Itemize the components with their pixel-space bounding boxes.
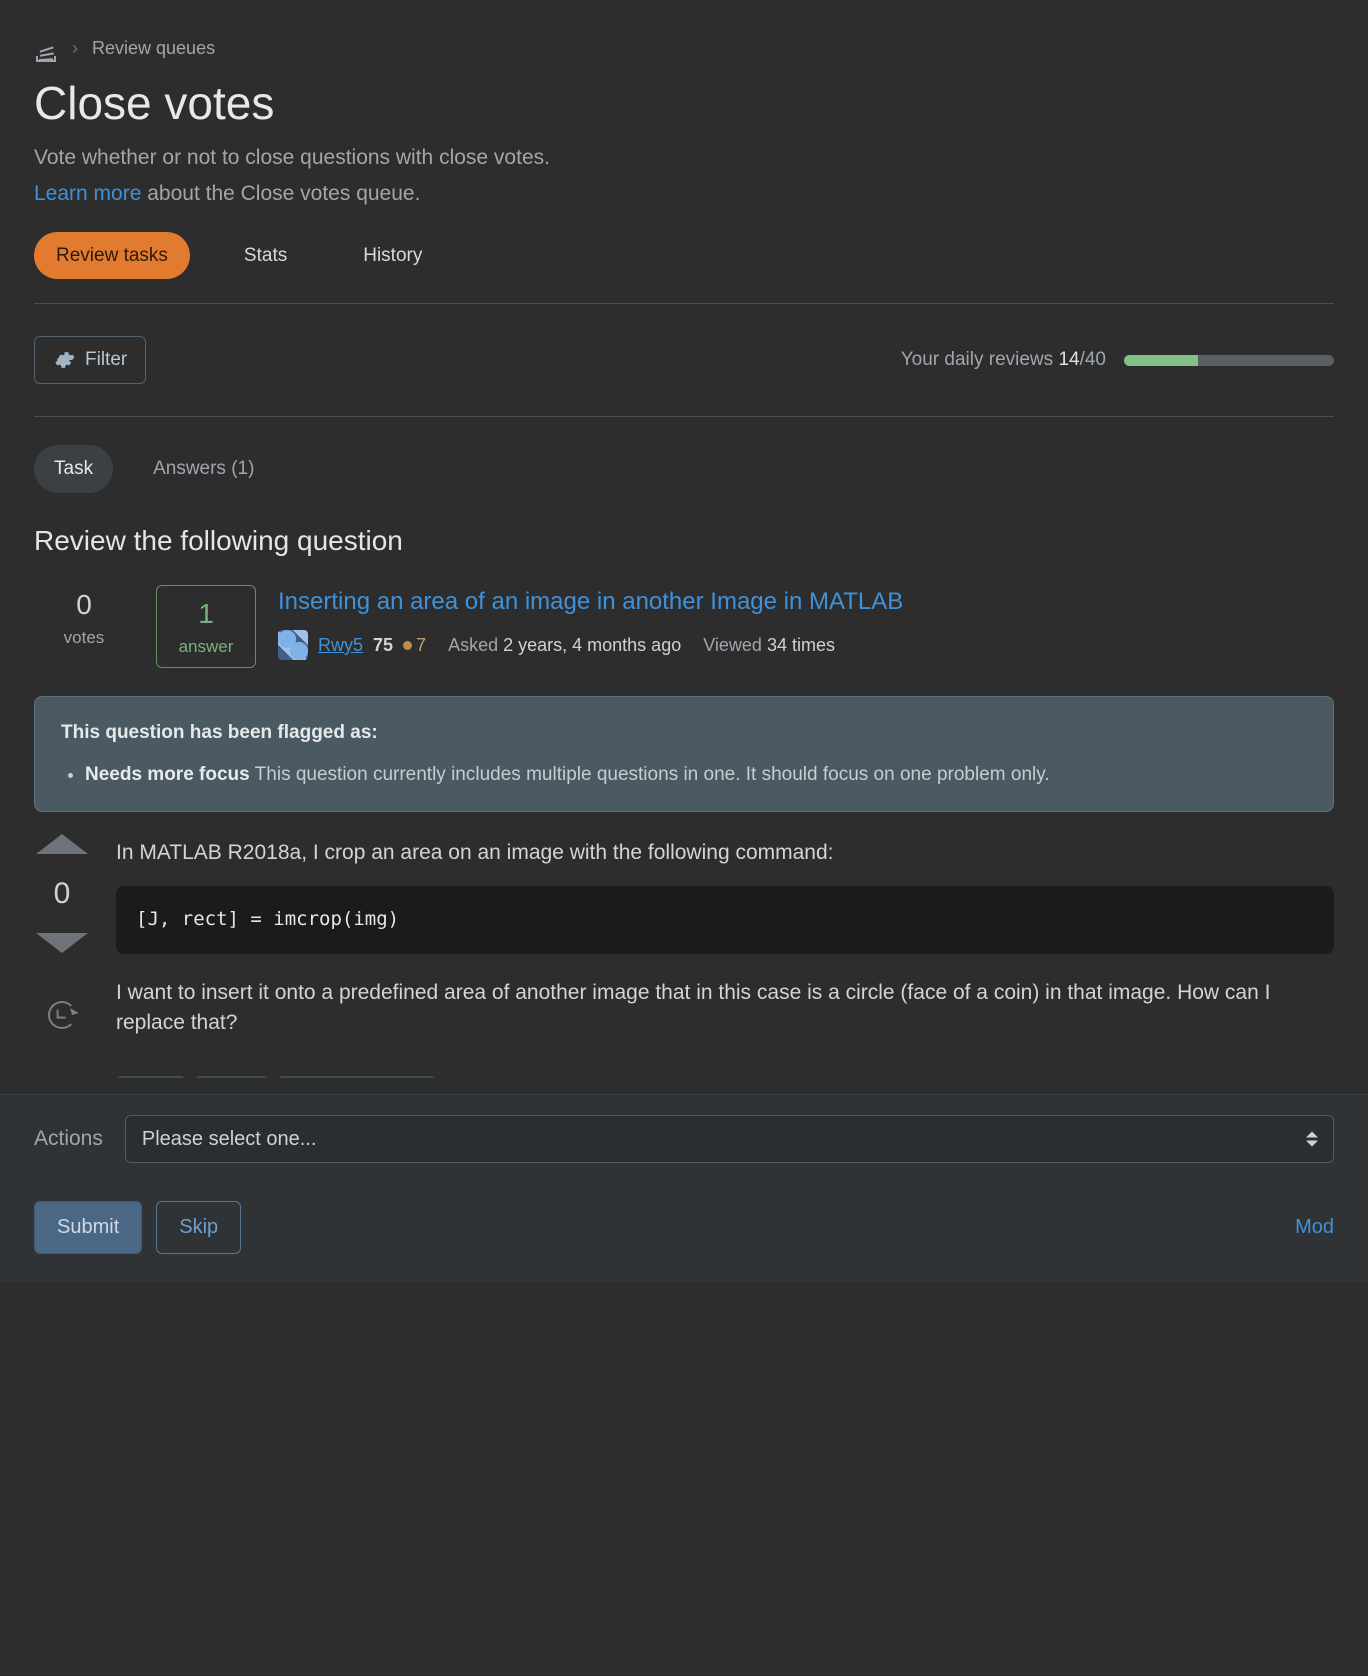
question-answers-count: 1 <box>157 594 255 635</box>
question-answers: 1 answer <box>156 585 256 668</box>
flag-notice: This question has been flagged as: Needs… <box>34 696 1334 811</box>
stackoverflow-logo-icon[interactable] <box>34 34 58 62</box>
downvote-button[interactable] <box>36 933 88 953</box>
filter-button-label: Filter <box>85 349 127 371</box>
submit-row: Submit Skip Mod <box>0 1183 1368 1282</box>
mod-link[interactable]: Mod <box>1295 1213 1334 1242</box>
learn-more-link[interactable]: Learn more <box>34 182 141 205</box>
flag-notice-heading: This question has been flagged as: <box>61 719 1307 747</box>
post-score: 0 <box>54 872 71 916</box>
code-block: [J, rect] = imcrop(img) <box>116 886 1334 954</box>
tab-stats[interactable]: Stats <box>222 232 309 280</box>
page-subtitle: Vote whether or not to close questions w… <box>34 143 1334 173</box>
breadcrumb-link-review-queues[interactable]: Review queues <box>92 35 215 61</box>
tab-review-tasks[interactable]: Review tasks <box>34 232 190 280</box>
actions-label: Actions <box>34 1124 103 1154</box>
user-reputation: 75 <box>373 632 393 658</box>
bronze-badge-count: 7 <box>403 632 426 658</box>
actions-select-wrap: Please select one... <box>125 1115 1334 1163</box>
submit-button[interactable]: Submit <box>34 1201 142 1254</box>
asked-label: Asked <box>448 635 498 655</box>
avatar[interactable] <box>278 630 308 660</box>
post-paragraph-2: I want to insert it onto a predefined ar… <box>116 978 1334 1039</box>
question-votes-label: votes <box>34 626 134 651</box>
select-caret-icon <box>1306 1132 1318 1147</box>
review-subtabs: Task Answers (1) <box>34 445 1334 493</box>
question-answers-label: answer <box>157 635 255 660</box>
learn-more-line: Learn more about the Close votes queue. <box>34 179 1334 209</box>
actions-select[interactable]: Please select one... <box>125 1115 1334 1163</box>
tab-history[interactable]: History <box>341 232 444 280</box>
post-paragraph-1: In MATLAB R2018a, I crop an area on an i… <box>116 838 1334 868</box>
flag-reason: Needs more focus This question currently… <box>85 761 1307 789</box>
vote-column: 0 <box>34 834 90 1079</box>
question-summary: 0 votes 1 answer Inserting an area of an… <box>34 585 1334 668</box>
main-tabs: Review tasks Stats History <box>34 232 1334 305</box>
filter-button[interactable]: Filter <box>34 336 146 384</box>
post-body: In MATLAB R2018a, I crop an area on an i… <box>116 834 1334 1079</box>
gear-icon <box>53 349 75 371</box>
upvote-button[interactable] <box>36 834 88 854</box>
question-votes: 0 votes <box>34 585 134 650</box>
tag-matlab[interactable]: matlab <box>194 1076 269 1078</box>
learn-more-rest: about the Close votes queue. <box>141 182 420 205</box>
asked-value: 2 years, 4 months ago <box>503 635 681 655</box>
chevron-right-icon: › <box>72 35 78 61</box>
question-votes-count: 0 <box>34 585 134 626</box>
page-title: Close votes <box>34 70 1334 137</box>
question-title-link[interactable]: Inserting an area of an image in another… <box>278 585 1334 620</box>
breadcrumb: › Review queues <box>34 34 1334 62</box>
tag-image-processing[interactable]: image-processing <box>277 1076 435 1078</box>
subtab-task[interactable]: Task <box>34 445 113 493</box>
review-heading: Review the following question <box>34 521 1334 562</box>
daily-reviews-progress <box>1124 355 1334 366</box>
subtab-answers[interactable]: Answers (1) <box>133 445 274 493</box>
user-link[interactable]: Rwy5 <box>318 632 363 658</box>
tag-list: image matlab image-processing <box>116 1076 1334 1078</box>
viewed-label: Viewed <box>703 635 762 655</box>
daily-reviews-text: Your daily reviews 14/40 <box>901 346 1106 374</box>
timeline-icon[interactable] <box>48 1001 76 1029</box>
viewed-value: 34 times <box>767 635 835 655</box>
tag-image[interactable]: image <box>116 1076 186 1078</box>
actions-bar: Actions Please select one... <box>0 1094 1368 1183</box>
skip-button[interactable]: Skip <box>156 1201 241 1254</box>
